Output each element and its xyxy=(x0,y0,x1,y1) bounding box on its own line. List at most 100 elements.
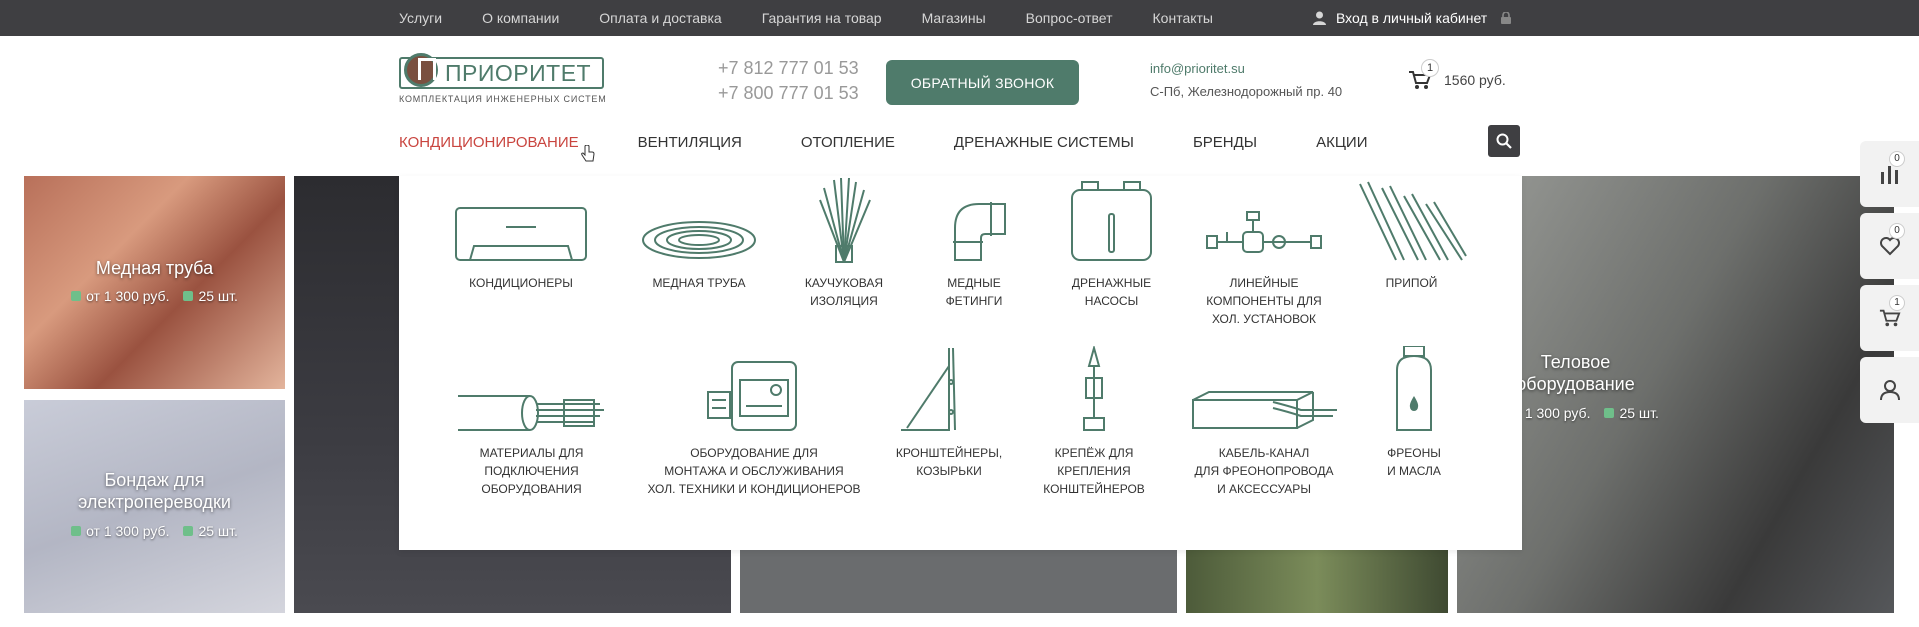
price-icon xyxy=(71,526,82,536)
email-link[interactable]: info@prioritet.su xyxy=(1150,61,1342,76)
tile-qty: 25 шт. xyxy=(198,288,238,304)
favorites-count: 0 xyxy=(1889,223,1905,239)
category-label-line2: И МАСЛА xyxy=(1387,464,1441,478)
search-icon xyxy=(1496,133,1512,149)
bracket-icon xyxy=(901,347,956,431)
tile-bandage[interactable]: Бондаж для электропереводки от 1 300 руб… xyxy=(24,400,285,613)
fastener-icon xyxy=(1083,346,1105,431)
category-label-line1: МАТЕРИАЛЫ ДЛЯ xyxy=(479,446,584,460)
tile-heater[interactable]: Теловое оборудование от 1 300 руб. 25 шт… xyxy=(1457,176,1894,613)
conditioning-dropdown: КОНДИЦИОНЕРЫ МЕДНАЯ ТРУБА КАУЧУКОВАЯ ИЗО… xyxy=(399,176,1522,550)
category-label-line1: ДРЕНАЖНЫЕ xyxy=(1071,276,1152,290)
top-link-services[interactable]: Услуги xyxy=(399,10,442,26)
category-line-components[interactable]: ЛИНЕЙНЫЕ КОМПОНЕНТЫ ДЛЯ ХОЛ. УСТАНОВОК xyxy=(1199,176,1329,328)
category-fasteners[interactable]: КРЕПЁЖ ДЛЯ КРЕПЛЕНИЯ КОНШТЕЙНЕРОВ xyxy=(1034,346,1154,498)
category-label-line2: ФЕТИНГИ xyxy=(945,294,1003,308)
category-drain-pumps[interactable]: ДРЕНАЖНЫЕ НАСОСЫ xyxy=(1054,176,1169,310)
category-label-line3: И АКСЕССУАРЫ xyxy=(1217,482,1311,496)
nav-brands[interactable]: БРЕНДЫ xyxy=(1193,134,1257,151)
category-copper-pipe[interactable]: МЕДНАЯ ТРУБА xyxy=(634,176,764,292)
top-link-faq[interactable]: Вопрос-ответ xyxy=(1026,10,1113,26)
category-solder[interactable]: ПРИПОЙ xyxy=(1354,176,1469,292)
nav-promotions[interactable]: АКЦИИ xyxy=(1316,134,1367,151)
category-freons-oils[interactable]: ФРЕОНЫ И МАСЛА xyxy=(1369,346,1459,480)
tile-price: от 1 300 руб. xyxy=(86,288,170,304)
nav-conditioning[interactable]: КОНДИЦИОНИРОВАНИЕ xyxy=(399,134,579,151)
tile-hand[interactable] xyxy=(740,540,1177,613)
main-nav: КОНДИЦИОНИРОВАНИЕ ВЕНТИЛЯЦИЯ ОТОПЛЕНИЕ Д… xyxy=(399,124,1426,160)
category-label-line3: КОНШТЕЙНЕРОВ xyxy=(1043,482,1145,496)
cart-icon xyxy=(1879,309,1900,327)
logo-mark xyxy=(404,53,438,87)
drain-pump-icon xyxy=(1071,181,1152,261)
nav-ventilation[interactable]: ВЕНТИЛЯЦИЯ xyxy=(638,134,742,151)
lock-icon xyxy=(1501,12,1512,24)
category-label: ПРИПОЙ xyxy=(1385,276,1438,290)
category-connection-materials[interactable]: МАТЕРИАЛЫ ДЛЯ ПОДКЛЮЧЕНИЯ ОБОРУДОВАНИЯ xyxy=(454,346,609,498)
category-label-line1: КАУЧУКОВАЯ xyxy=(804,276,884,290)
category-service-equipment[interactable]: ОБОРУДОВАНИЕ ДЛЯ МОНТАЖА И ОБСЛУЖИВАНИЯ … xyxy=(639,346,869,498)
tile-qty: 25 шт. xyxy=(1619,405,1659,421)
favorites-button[interactable]: 0 xyxy=(1860,213,1919,279)
hand-cursor-icon xyxy=(581,145,595,162)
copper-fitting-icon xyxy=(953,202,1006,261)
tile-title-line1: Бондаж для xyxy=(104,470,205,490)
category-copper-fittings[interactable]: МЕДНЫЕ ФЕТИНГИ xyxy=(919,176,1029,310)
cart-count: 1 xyxy=(1889,295,1905,311)
top-link-contacts[interactable]: Контакты xyxy=(1153,10,1213,26)
top-nav: Услуги О компании Оплата и доставка Гара… xyxy=(399,0,1253,36)
logo-letter xyxy=(418,58,436,80)
tile-title-line2: электропереводки xyxy=(78,492,231,512)
category-air-conditioners[interactable]: КОНДИЦИОНЕРЫ xyxy=(454,176,588,292)
top-link-warranty[interactable]: Гарантия на товар xyxy=(762,10,882,26)
address: С-Пб, Железнодорожный пр. 40 xyxy=(1150,84,1343,99)
category-label-line2: КОЗЫРЬКИ xyxy=(916,464,982,478)
login-link[interactable]: Вход в личный кабинет xyxy=(1313,0,1521,36)
category-label-line2: ДЛЯ ФРЕОНОПРОВОДА xyxy=(1194,464,1334,478)
search-button[interactable] xyxy=(1488,125,1520,157)
phones: +7 812 777 01 53 +7 800 777 01 53 xyxy=(718,56,859,106)
category-label-line2: ПОДКЛЮЧЕНИЯ xyxy=(484,464,579,478)
compare-icon xyxy=(1880,166,1898,184)
logo-subtitle: КОМПЛЕКТАЦИЯ ИНЖЕНЕРНЫХ СИСТЕМ xyxy=(399,94,607,104)
tile-copper-pipe[interactable]: Медная труба от 1 300 руб. 25 шт. xyxy=(24,176,285,389)
line-components-icon xyxy=(1206,211,1322,253)
top-link-about[interactable]: О компании xyxy=(482,10,559,26)
phone-free[interactable]: +7 800 777 01 53 xyxy=(718,81,859,106)
phone-spb[interactable]: +7 812 777 01 53 xyxy=(718,56,859,81)
category-rubber-insulation[interactable]: КАУЧУКОВАЯ ИЗОЛЯЦИЯ xyxy=(794,176,894,310)
logo[interactable]: ПРИОРИТЕТ КОМПЛЕКТАЦИЯ ИНЖЕНЕРНЫХ СИСТЕМ xyxy=(399,53,607,107)
category-label-line3: ХОЛ. УСТАНОВОК xyxy=(1211,312,1317,326)
cart-button[interactable]: 1 xyxy=(1860,285,1919,351)
top-link-payment[interactable]: Оплата и доставка xyxy=(599,10,721,26)
tile-price: от 1 300 руб. xyxy=(86,523,170,539)
floating-sidebar: 0 0 1 xyxy=(1860,141,1919,429)
nav-heating[interactable]: ОТОПЛЕНИЕ xyxy=(801,134,895,151)
tile-title: Медная труба xyxy=(95,258,214,278)
category-label-line2: ИЗОЛЯЦИЯ xyxy=(810,294,878,308)
login-label: Вход в личный кабинет xyxy=(1336,10,1488,26)
freon-bottle-icon xyxy=(1396,346,1432,431)
category-label: МЕДНАЯ ТРУБА xyxy=(652,276,746,290)
cart-badge: 1 xyxy=(1421,59,1439,77)
cable-channel-icon xyxy=(1192,391,1337,429)
tile-pump[interactable] xyxy=(1186,540,1448,613)
cart-sum: 1560 руб. xyxy=(1444,72,1506,88)
compare-button[interactable]: 0 xyxy=(1860,141,1919,207)
nav-drainage[interactable]: ДРЕНАЖНЫЕ СИСТЕМЫ xyxy=(954,134,1134,151)
category-cable-channel[interactable]: КАБЕЛЬ-КАНАЛ ДЛЯ ФРЕОНОПРОВОДА И АКСЕССУ… xyxy=(1189,346,1339,498)
category-label-line3: ХОЛ. ТЕХНИКИ И КОНДИЦИОНЕРОВ xyxy=(647,482,861,496)
header-cart[interactable]: 1 1560 руб. xyxy=(1408,59,1506,90)
stock-icon xyxy=(1604,408,1615,418)
category-label: КОНДИЦИОНЕРЫ xyxy=(469,276,573,290)
category-label-line2: МОНТАЖА И ОБСЛУЖИВАНИЯ xyxy=(664,464,844,478)
category-brackets[interactable]: КРОНШТЕЙНЕРЫ, КОЗЫРЬКИ xyxy=(889,346,1009,480)
contact-info: info@prioritet.su С-Пб, Железнодорожный … xyxy=(1150,61,1342,99)
top-link-stores[interactable]: Магазины xyxy=(922,10,986,26)
stock-icon xyxy=(183,291,194,301)
category-label-line1: КРЕПЁЖ ДЛЯ xyxy=(1054,446,1134,460)
account-button[interactable] xyxy=(1860,357,1919,423)
category-label-line2: КРЕПЛЕНИЯ xyxy=(1057,464,1131,478)
callback-button[interactable]: ОБРАТНЫЙ ЗВОНОК xyxy=(886,60,1079,105)
category-label-line1: КРОНШТЕЙНЕРЫ, xyxy=(895,446,1003,460)
